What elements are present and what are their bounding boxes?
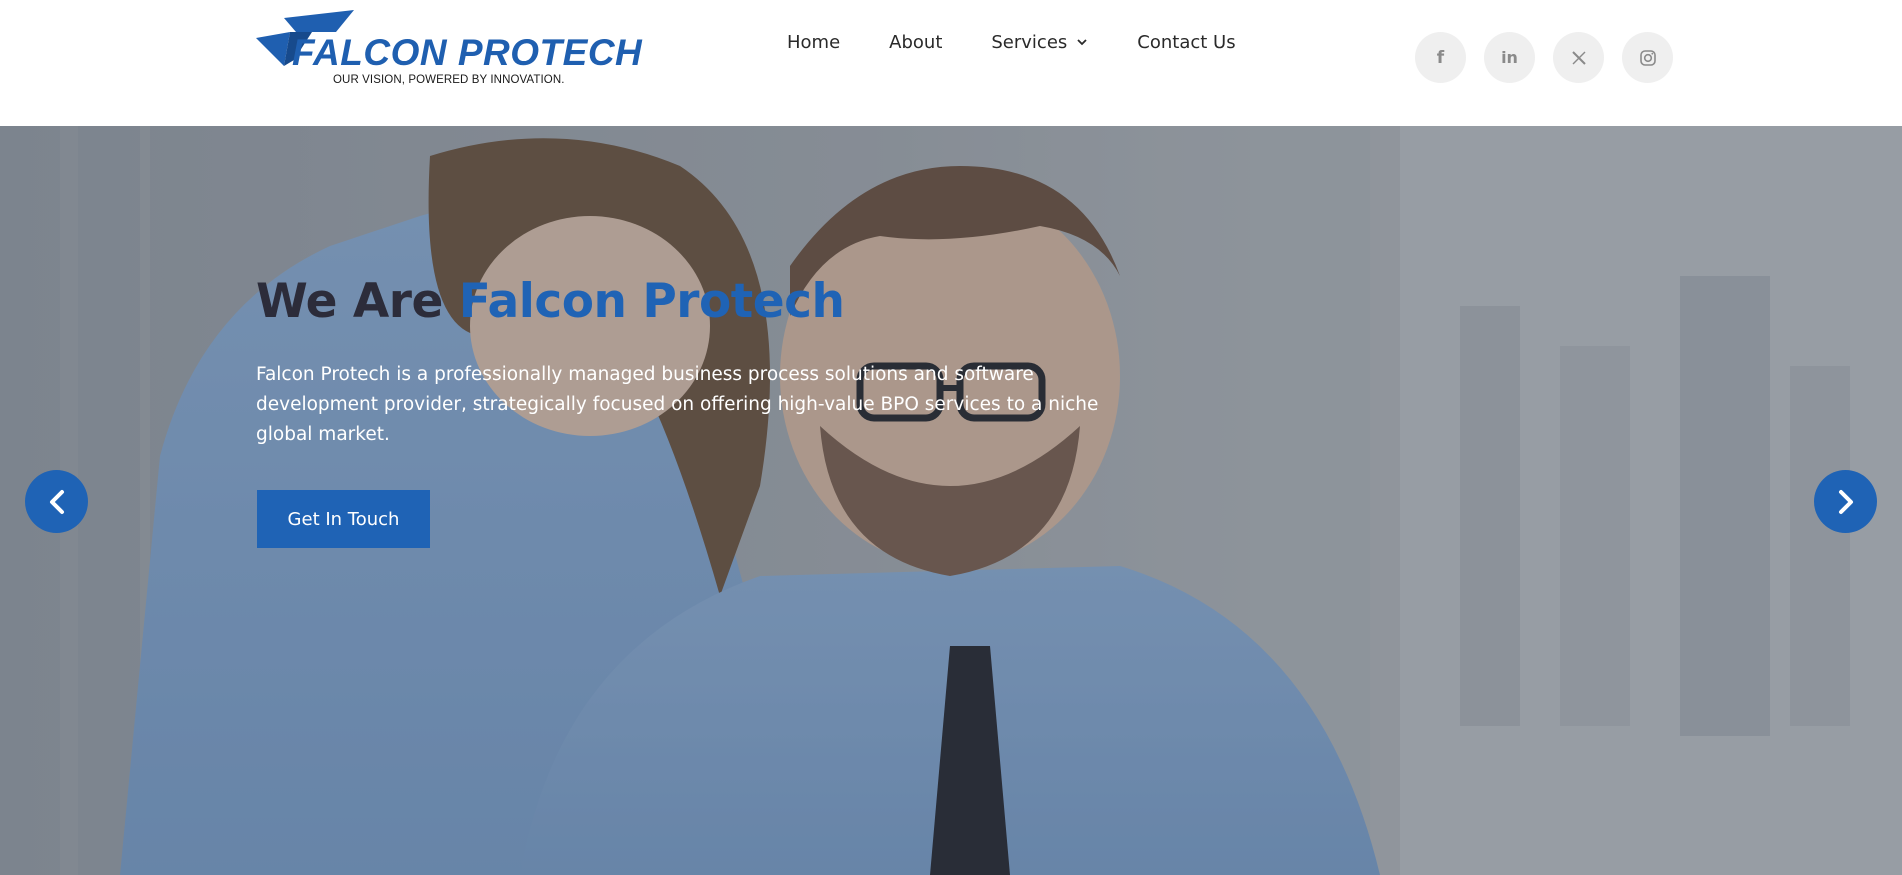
hero-description: Falcon Protech is a professionally manag… bbox=[256, 364, 1099, 445]
main-nav: Home About Services Contact Us bbox=[787, 30, 1236, 54]
hero-title-lead: We Are bbox=[256, 274, 459, 329]
logo[interactable]: FALCON PROTECH OUR VISION, POWERED BY IN… bbox=[256, 10, 642, 90]
hero-title: We Are Falcon Protech bbox=[256, 274, 845, 329]
chevron-right-icon bbox=[1838, 489, 1853, 514]
nav-services-label: Services bbox=[991, 31, 1068, 53]
slider-prev-button[interactable] bbox=[25, 470, 88, 533]
x-twitter-button[interactable] bbox=[1553, 32, 1604, 83]
nav-services[interactable]: Services bbox=[991, 32, 1088, 53]
chevron-left-icon bbox=[49, 489, 64, 514]
nav-home[interactable]: Home bbox=[787, 32, 840, 53]
linkedin-button[interactable]: in bbox=[1484, 32, 1535, 83]
slider-next-button[interactable] bbox=[1814, 470, 1877, 533]
instagram-button[interactable] bbox=[1622, 32, 1673, 83]
facebook-icon: f bbox=[1436, 47, 1445, 68]
site-header: FALCON PROTECH OUR VISION, POWERED BY IN… bbox=[0, 0, 1902, 126]
hero-slider: We Are Falcon Protech Falcon Protech is … bbox=[0, 126, 1902, 875]
brand-name: FALCON PROTECH bbox=[292, 32, 643, 73]
facebook-button[interactable]: f bbox=[1415, 32, 1466, 83]
nav-contact[interactable]: Contact Us bbox=[1137, 32, 1235, 53]
instagram-icon bbox=[1639, 49, 1656, 66]
linkedin-icon: in bbox=[1501, 48, 1518, 67]
x-twitter-icon bbox=[1571, 50, 1586, 65]
brand-tagline: OUR VISION, POWERED BY INNOVATION. bbox=[333, 74, 565, 86]
nav-about[interactable]: About bbox=[889, 32, 942, 53]
chevron-down-icon bbox=[1077, 39, 1087, 46]
social-links: f in bbox=[1415, 32, 1673, 83]
get-in-touch-button[interactable]: Get In Touch bbox=[257, 490, 430, 548]
hero-title-brand: Falcon Protech bbox=[458, 274, 845, 329]
